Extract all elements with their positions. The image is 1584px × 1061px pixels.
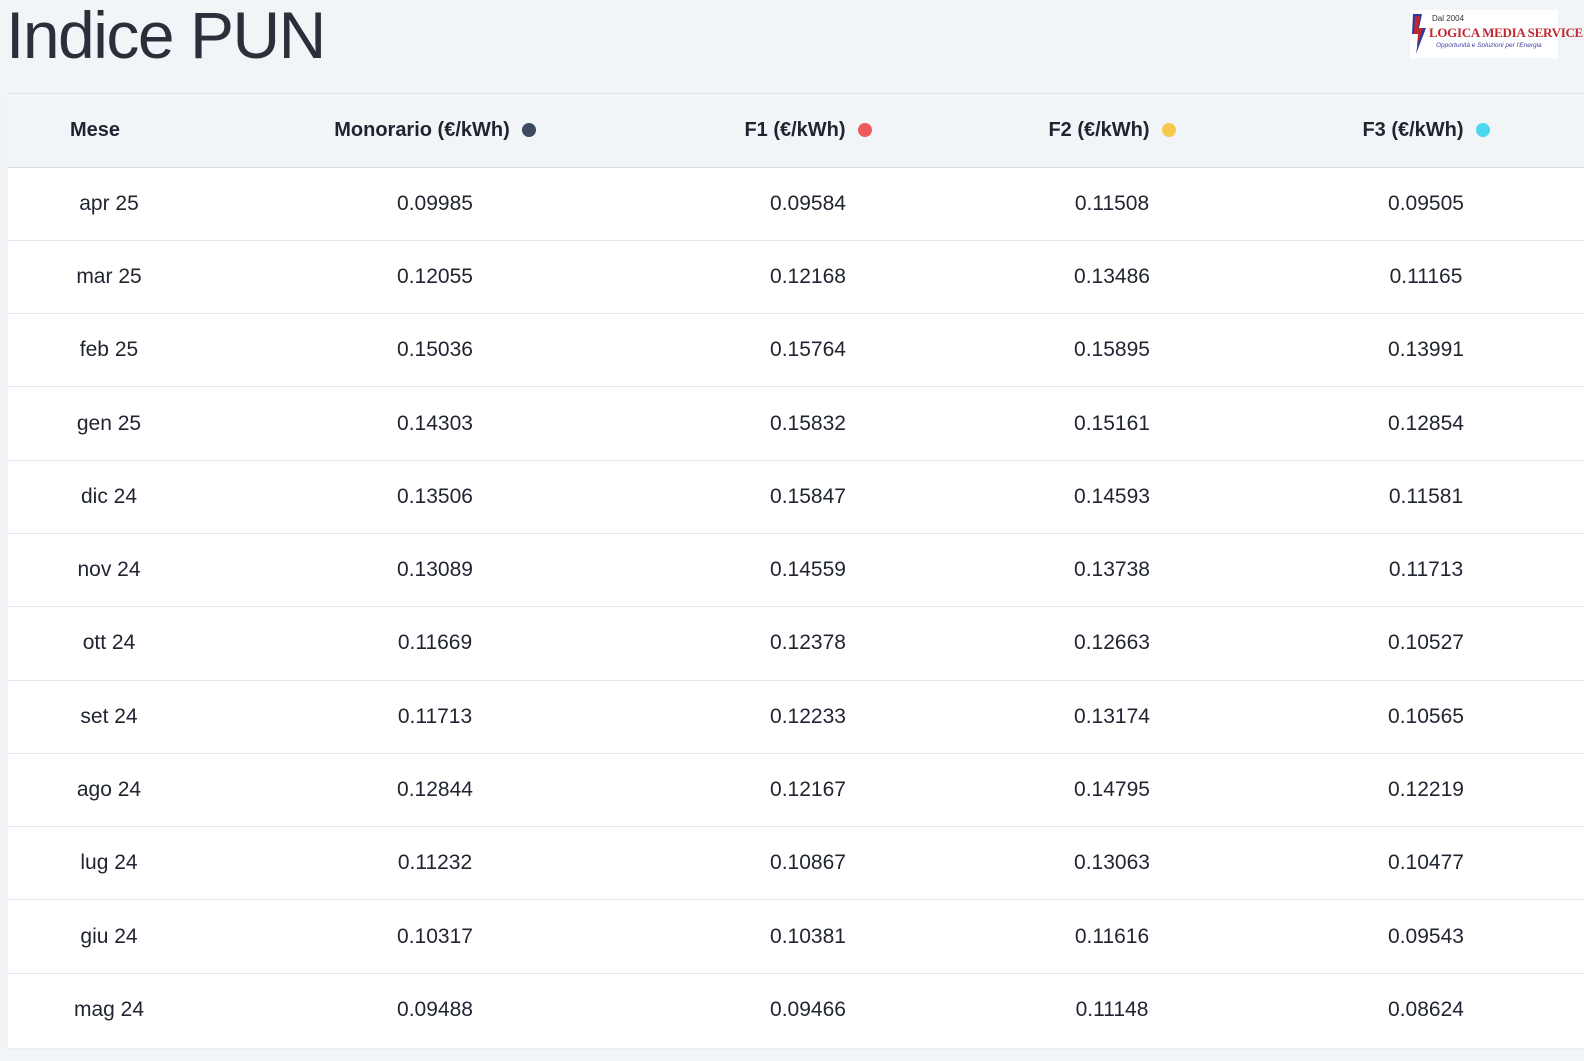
cell-monorario: 0.11713: [210, 680, 660, 754]
cell-f3: 0.13991: [1268, 313, 1584, 388]
f2-legend-dot-icon: [1161, 122, 1176, 137]
cell-f2: 0.11616: [956, 899, 1268, 974]
column-header-f1[interactable]: F1 (€/kWh): [660, 94, 956, 168]
cell-f3: 0.09505: [1268, 167, 1584, 241]
cell-f2: 0.13174: [956, 680, 1268, 754]
cell-monorario: 0.13089: [210, 533, 660, 608]
column-header-monorario[interactable]: Monorario (€/kWh): [210, 94, 660, 168]
table-row: gen 25 0.14303 0.15832 0.15161 0.12854: [8, 386, 1584, 461]
cell-f3: 0.12854: [1268, 386, 1584, 461]
cell-monorario: 0.09488: [397, 998, 473, 1022]
cell-f1: 0.15764: [660, 313, 956, 388]
logo-tagline-text: Opportunità e Soluzioni per l'Energia: [1436, 42, 1542, 49]
cell-monorario: 0.12844: [210, 753, 660, 828]
column-header-mese[interactable]: Mese: [8, 94, 210, 168]
page-title: Indice PUN: [6, 0, 326, 72]
header-row: Mese Monorario (€/kWh) F1 (€/kWh) F2 (€/…: [8, 94, 1584, 168]
cell-f1: 0.14559: [660, 533, 956, 608]
cell-f1: 0.12167: [660, 753, 956, 828]
column-header-label: Monorario (€/kWh): [334, 118, 510, 141]
table-row: mag 24 0.09488 0.09466 0.11148 0.08624: [8, 973, 1584, 1046]
cell-f3: 0.10527: [1268, 606, 1584, 681]
cell-f3: 0.10565: [1268, 680, 1584, 754]
table-row: mar 25 0.12055 0.12168 0.13486 0.11165: [8, 240, 1584, 315]
table-row: lug 24 0.11232 0.10867 0.13063 0.10477: [8, 826, 1584, 901]
cell-f2: 0.15895: [956, 313, 1268, 388]
cell-f1: 0.10867: [660, 826, 956, 901]
cell-monorario: 0.11232: [210, 826, 660, 901]
cell-monorario: 0.15036: [210, 313, 660, 388]
cell-f3: 0.09543: [1268, 899, 1584, 974]
cell-f1: 0.12168: [660, 240, 956, 315]
table-row: dic 24 0.13506 0.15847 0.14593 0.11581: [8, 460, 1584, 534]
cell-mese: dic 24: [8, 460, 210, 534]
cell-f1: 0.15832: [660, 386, 956, 461]
cell-f3: 0.11165: [1268, 240, 1584, 315]
table-row: giu 24 0.10317 0.10381 0.11616 0.09543: [8, 899, 1584, 974]
cell-f2: 0.11508: [956, 167, 1268, 241]
cell-f2: 0.13063: [956, 826, 1268, 901]
cell-f2: 0.12663: [956, 606, 1268, 681]
cell-mese: ott 24: [8, 606, 210, 681]
cell-f1: 0.12233: [660, 680, 956, 754]
cell-mese: giu 24: [8, 899, 210, 974]
table-row: feb 25 0.15036 0.15764 0.15895 0.13991: [8, 313, 1584, 388]
column-header-label: F2 (€/kWh): [1048, 118, 1150, 141]
cell-mese: mar 25: [8, 240, 210, 315]
table-body: apr 25 0.09985 0.09584 0.11508 0.09505 mar 25…: [8, 167, 1584, 1047]
cell-f1: 0.12378: [660, 606, 956, 681]
table-row: apr 25 0.09985 0.09584 0.11508 0.09505: [8, 167, 1584, 241]
cell-monorario: 0.12055: [210, 240, 660, 315]
cell-f3: 0.10477: [1268, 826, 1584, 901]
cell-monorario: 0.10317: [210, 899, 660, 974]
cell-f1: 0.09466: [770, 998, 846, 1022]
cell-f2: 0.13738: [956, 533, 1268, 608]
logo-name-text: LOGICA MEDIA SERVICE: [1429, 25, 1583, 40]
cell-f1: 0.09584: [660, 167, 956, 241]
cell-mese: lug 24: [8, 826, 210, 901]
logo-since-text: Dal 2004: [1432, 14, 1465, 23]
cell-f3: 0.11713: [1268, 533, 1584, 608]
cell-monorario: 0.11669: [210, 606, 660, 681]
monorario-legend-dot-icon: [521, 122, 536, 137]
cell-f2: 0.14795: [956, 753, 1268, 828]
table-row: nov 24 0.13089 0.14559 0.13738 0.11713: [8, 533, 1584, 608]
column-header-f3[interactable]: F3 (€/kWh): [1268, 94, 1584, 168]
cell-f3: 0.08624: [1388, 998, 1464, 1022]
pun-table: Mese Monorario (€/kWh) F1 (€/kWh) F2 (€/…: [8, 94, 1584, 1047]
cell-f3: 0.12219: [1268, 753, 1584, 828]
table-header: Mese Monorario (€/kWh) F1 (€/kWh) F2 (€/…: [8, 94, 1584, 168]
f3-legend-dot-icon: [1475, 122, 1490, 137]
cell-mese: nov 24: [8, 533, 210, 608]
cell-mese: set 24: [8, 680, 210, 754]
cell-f2: 0.13486: [956, 240, 1268, 315]
table-row: ago 24 0.12844 0.12167 0.14795 0.12219: [8, 753, 1584, 828]
cell-f2: 0.15161: [956, 386, 1268, 461]
column-header-label: Mese: [70, 118, 121, 141]
cell-monorario: 0.09985: [210, 167, 660, 241]
cell-f1: 0.10381: [660, 899, 956, 974]
cell-f2: 0.11148: [1075, 998, 1149, 1022]
table-row: ott 24 0.11669 0.12378 0.12663 0.10527: [8, 606, 1584, 681]
cell-monorario: 0.14303: [210, 386, 660, 461]
cell-f1: 0.15847: [660, 460, 956, 534]
cell-mese: mag 24: [73, 998, 145, 1022]
cell-mese: apr 25: [8, 167, 210, 241]
table-row: set 24 0.11713 0.12233 0.13174 0.10565: [8, 680, 1584, 754]
cell-f2: 0.14593: [956, 460, 1268, 534]
cell-monorario: 0.13506: [210, 460, 660, 534]
column-header-label: F3 (€/kWh): [1362, 118, 1464, 141]
pun-table-card: Mese Monorario (€/kWh) F1 (€/kWh) F2 (€/…: [8, 93, 1584, 1048]
column-header-label: F1 (€/kWh): [744, 118, 846, 141]
company-logo[interactable]: Dal 2004 LOGICA MEDIA SERVICE Opportunit…: [1410, 10, 1583, 58]
cell-mese: feb 25: [8, 313, 210, 388]
cell-f3: 0.11581: [1268, 460, 1584, 534]
f1-legend-dot-icon: [857, 122, 872, 137]
column-header-f2[interactable]: F2 (€/kWh): [956, 94, 1268, 168]
cell-mese: gen 25: [8, 386, 210, 461]
cell-mese: ago 24: [8, 753, 210, 828]
